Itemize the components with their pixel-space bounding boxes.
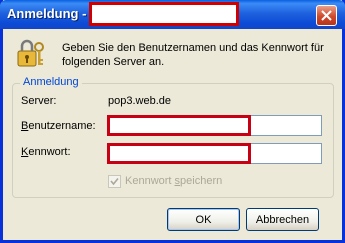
checkmark-icon <box>110 177 119 186</box>
group-legend: Anmeldung <box>20 76 82 88</box>
remember-label-prefix: Kennwort <box>125 175 175 187</box>
server-label: Server: <box>21 95 57 107</box>
remember-label-rest: peichern <box>180 175 223 187</box>
redacted-username <box>107 115 251 136</box>
remember-password-checkbox[interactable] <box>108 175 121 188</box>
cancel-button[interactable]: Abbrechen <box>246 208 319 231</box>
instruction-text: Geben Sie den Benutzernamen und das Kenn… <box>62 42 324 68</box>
ok-button[interactable]: OK <box>167 208 240 231</box>
title-bar[interactable]: Anmeldung - <box>0 0 345 29</box>
remember-password-label: Kennwort speichern <box>125 175 222 187</box>
server-value: pop3.web.de <box>108 95 171 107</box>
close-button[interactable] <box>316 5 337 26</box>
redacted-password <box>107 143 251 164</box>
password-label: Kennwort: <box>21 146 71 158</box>
username-label-rest: enutzername: <box>28 120 96 132</box>
password-label-rest: ennwort: <box>28 146 71 158</box>
redacted-title-part <box>89 2 239 26</box>
username-label: Benutzername: <box>21 120 96 132</box>
keys-lock-icon <box>17 39 44 67</box>
close-icon <box>321 10 332 21</box>
window-title: Anmeldung - <box>7 6 87 21</box>
